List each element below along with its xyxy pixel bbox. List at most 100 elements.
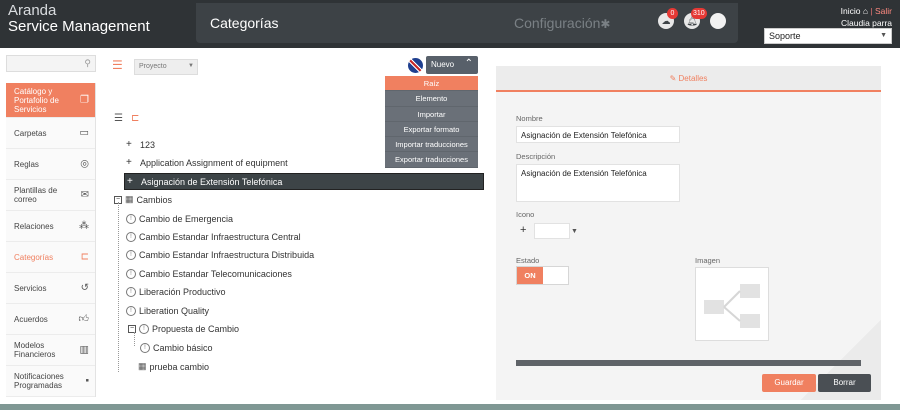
nombre-field[interactable]: Asignación de Extensión Telefónica	[516, 126, 680, 143]
info-icon: !	[139, 323, 149, 334]
menu-item-importar[interactable]: Importar	[385, 106, 478, 122]
sidebar-item-relaciones[interactable]: Relaciones ⁂	[6, 211, 95, 242]
menu-item-elemento[interactable]: Elemento	[385, 91, 478, 107]
sidebar-item-label: Catálogo y Portafolio de Servicios	[14, 86, 59, 114]
icono-label: Icono	[516, 210, 535, 219]
sidebar-item-notificaciones[interactable]: Notificaciones Programadas ▪	[6, 366, 95, 397]
expand-plus-icon[interactable]: +	[127, 176, 137, 187]
caret-down-icon: ▼	[188, 63, 194, 69]
sidebar-item-label: Servicios	[14, 283, 47, 293]
bell-icon[interactable]: 🔔︎ 310	[684, 8, 707, 29]
estado-label: Estado	[516, 256, 540, 265]
sidebar-item-label: Categorías	[14, 252, 54, 262]
chevron-up-icon: ⌃	[464, 58, 473, 69]
tree-item[interactable]: ! Cambio Estandar Infraestructura Centra…	[126, 228, 301, 245]
image-upload-box[interactable]	[695, 267, 769, 341]
tree-item[interactable]: ! Cambio Estandar Infraestructura Distri…	[126, 246, 314, 263]
project-selector[interactable]: Soporte ▼	[764, 28, 892, 44]
calendar-icon: ▦	[138, 361, 147, 371]
section-bar: Categorías Configuración✱ ☁ 0 🔔︎ 310	[196, 3, 738, 43]
config-link[interactable]: Configuración✱	[514, 15, 610, 31]
image-placeholder-icon	[704, 284, 760, 328]
home-icon[interactable]: ⌂	[863, 6, 868, 16]
tree-item[interactable]: ! Cambio básico	[140, 339, 213, 356]
edit-icon: ✎	[669, 74, 677, 83]
nuevo-dropdown-menu: Raíz Elemento Importar Exportar formato …	[385, 76, 478, 168]
estado-toggle[interactable]: ON	[516, 266, 569, 285]
tree-item-label: Cambios	[136, 194, 173, 205]
cloud-icon[interactable]: ☁ 0	[658, 8, 678, 29]
tree-item-label: Cambio Estandar Telecomunicaciones	[139, 268, 292, 279]
tree-item[interactable]: − ! Propuesta de Cambio	[128, 320, 239, 337]
tree-item[interactable]: ! Liberación Productivo	[126, 283, 226, 300]
tree-item[interactable]: + 123	[126, 136, 155, 153]
tree-item-label: Propuesta de Cambio	[152, 323, 240, 334]
tree-item-label: Liberation Quality	[139, 305, 210, 316]
inicio-link[interactable]: Inicio	[841, 6, 861, 16]
sidebar-item-categorias[interactable]: Categorías ⊏	[6, 242, 95, 273]
tree-item[interactable]: − ▦ Cambios	[114, 191, 172, 208]
tree-item-label: Cambio de Emergencia	[139, 213, 234, 224]
sidebar-item-servicios[interactable]: Servicios ↺	[6, 273, 95, 304]
link-separator: |	[870, 6, 873, 16]
uk-flag-icon[interactable]	[408, 58, 423, 73]
add-icon-plus-icon[interactable]: +	[520, 224, 526, 236]
sidebar-item-label: Plantillas de correo	[14, 186, 58, 204]
page-title: Categorías	[210, 15, 279, 31]
tree-item-label: prueba cambio	[149, 361, 210, 372]
sidebar-item-plantillas[interactable]: Plantillas de correo ✉	[6, 180, 95, 211]
tree-item[interactable]: ▦ prueba cambio	[138, 358, 209, 375]
caret-down-icon[interactable]: ▼	[571, 228, 578, 235]
info-icon: !	[126, 249, 136, 260]
search-icon[interactable]: ⚲	[84, 58, 91, 69]
history-icon: ↺	[80, 282, 89, 294]
descripcion-field[interactable]: Asignación de Extensión Telefónica	[516, 164, 680, 202]
tree-item[interactable]: ! Liberation Quality	[126, 302, 209, 319]
nombre-label: Nombre	[516, 114, 543, 123]
sidebar-item-modelos[interactable]: Modelos Financieros ▥	[6, 335, 95, 366]
gear-icon: ✱	[600, 17, 611, 31]
brand-line1: Aranda	[8, 2, 57, 19]
bar-chart-icon: ▥	[79, 344, 89, 356]
project-filter-placeholder: Proyecto	[139, 63, 167, 70]
borrar-button[interactable]: Borrar	[818, 374, 871, 392]
sidebar-item-acuerdos[interactable]: Acuerdos 👍︎	[6, 304, 95, 335]
icon-select[interactable]	[534, 223, 570, 239]
tree-item[interactable]: ! Cambio Estandar Telecomunicaciones	[126, 265, 292, 282]
sidebar-item-reglas[interactable]: Reglas ◎	[6, 149, 95, 180]
user-links: Inicio ⌂ | Salir Claudia parra	[841, 5, 892, 29]
tree-connector	[134, 332, 135, 346]
sidebar-item-carpetas[interactable]: Carpetas ▭	[6, 118, 95, 149]
sidebar-item-label: Notificaciones Programadas	[14, 372, 64, 390]
info-icon: !	[140, 342, 150, 353]
hamburger-menu-icon[interactable]: ☰	[112, 58, 123, 72]
tree-item[interactable]: + Application Assignment of equipment	[126, 154, 288, 171]
menu-item-exportar-traducciones[interactable]: Exportar traducciones	[385, 152, 478, 168]
project-filter-select[interactable]: Proyecto ▼	[134, 59, 198, 75]
sidebar-item-catalogo[interactable]: Catálogo y Portafolio de Servicios ❐	[6, 83, 95, 118]
salir-link[interactable]: Salir	[875, 6, 892, 16]
details-panel: ✎ Detalles Nombre Asignación de Extensió…	[496, 66, 881, 400]
nuevo-button[interactable]: Nuevo ⌃	[426, 56, 478, 74]
user-avatar-icon[interactable]	[710, 13, 726, 29]
expand-plus-icon[interactable]: +	[126, 139, 136, 150]
menu-item-raiz[interactable]: Raíz	[385, 76, 478, 92]
sidebar-item-label: Acuerdos	[14, 314, 48, 324]
list-view-icon[interactable]: ☰	[114, 113, 123, 124]
sidebar: ⚲ Catálogo y Portafolio de Servicios ❐ C…	[6, 55, 96, 397]
brand-logo[interactable]: Aranda Service Management	[8, 3, 150, 35]
sidebar-search-input[interactable]: ⚲	[6, 55, 96, 72]
hierarchy-icon: ⊏	[80, 251, 89, 263]
guardar-button[interactable]: Guardar	[762, 374, 816, 392]
tree-item-label: Liberación Productivo	[139, 286, 226, 297]
cloud-badge: 0	[667, 8, 678, 19]
tab-detalles-label: Detalles	[678, 74, 708, 83]
app-header: Aranda Service Management Categorías Con…	[0, 0, 900, 48]
menu-item-importar-traducciones[interactable]: Importar traducciones	[385, 137, 478, 153]
tab-detalles[interactable]: ✎ Detalles	[496, 66, 881, 92]
expand-plus-icon[interactable]: +	[126, 157, 136, 168]
tree-view-icon[interactable]: ⊏	[131, 113, 139, 124]
tree-item[interactable]: ! Cambio de Emergencia	[126, 210, 233, 227]
menu-item-exportar-formato[interactable]: Exportar formato	[385, 121, 478, 138]
tree-item-selected[interactable]: + Asignación de Extensión Telefónica	[124, 173, 484, 190]
